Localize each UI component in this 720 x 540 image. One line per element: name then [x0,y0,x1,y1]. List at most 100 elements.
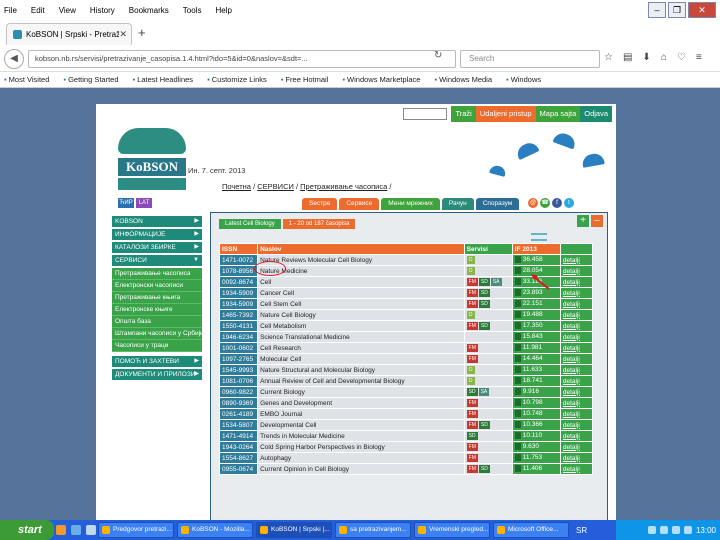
service-badge[interactable]: O [466,366,475,374]
table-row[interactable]: 0261-4189 EMBO Journal FM 10.748 detalji [218,408,594,420]
service-badge[interactable]: FM [466,344,478,352]
service-tab[interactable]: Мени мрежних [381,198,440,210]
home-icon[interactable]: ⌂ [661,52,667,63]
sitemap-link[interactable]: Mapa sajta [535,106,581,122]
detail-link[interactable]: detalji [559,375,594,387]
title-link[interactable]: Molecular Cell [257,353,465,365]
bookmark-item[interactable]: Windows Media [434,75,492,84]
breadcrumb-current[interactable]: Претраживање часописа [300,182,387,191]
detail-link[interactable]: detalji [559,265,594,277]
service-badge[interactable]: SD [478,278,490,286]
title-link[interactable]: Cell Metabolism [257,320,465,332]
service-badge[interactable]: SD [478,289,490,297]
detail-link[interactable]: detalji [559,441,594,453]
tray-icon[interactable] [671,526,680,534]
title-link[interactable]: Cold Spring Harbor Perspectives in Biolo… [257,441,465,453]
service-badge[interactable]: SD [478,300,490,308]
menu-icon[interactable]: ≡ [696,52,702,63]
bookmark-item[interactable]: Getting Started [63,75,118,84]
taskbar-button[interactable]: sa pretrazivanjem... [335,522,411,538]
taskbar-button[interactable]: KoBSON - Mozilla... [177,522,253,538]
facebook-icon[interactable]: f [552,198,562,208]
service-badge[interactable]: O [466,267,475,275]
sidebar-item[interactable]: КАТАЛОЗИ ЗБИРКЕ ▶ [112,242,202,253]
service-badge[interactable]: SD [478,322,490,330]
filter-icon[interactable] [531,233,547,241]
search-button[interactable]: Traži [451,106,476,122]
title-link[interactable]: Current Opinion in Cell Biology [257,463,465,475]
search-input[interactable]: Search [460,50,600,68]
start-button[interactable]: start [0,520,54,540]
language-indicator[interactable]: SR [576,526,587,535]
service-badge[interactable]: SA [478,388,490,396]
title-link[interactable]: Annual Review of Cell and Developmental … [257,375,465,387]
menu-item-view[interactable]: View [59,6,76,15]
service-tab[interactable]: Сервисе [339,198,380,210]
remote-access-link[interactable]: Udaljeni pristup [475,106,536,122]
browser-tab[interactable]: KoBSON | Srpski - Pretraživanje ✕ [6,23,132,45]
service-badge[interactable]: SD [466,432,478,440]
service-badge[interactable]: SD [466,388,478,396]
lang-cyr-button[interactable]: ЋИР [118,198,134,208]
taskbar-button[interactable]: Vremenski pregled... [414,522,490,538]
title-link[interactable]: Cell Research [257,342,465,354]
detail-link[interactable]: detalji [559,364,594,376]
list-tab-category[interactable]: Latest Cell Biology [219,219,281,229]
taskbar-button[interactable]: Microsoft Office... [493,522,569,538]
taskbar-button[interactable]: Predgovor pretrazi... [98,522,174,538]
title-link[interactable]: Developmental Cell [257,419,465,431]
detail-link[interactable]: detalji [559,408,594,420]
detail-link[interactable]: detalji [559,342,594,354]
logout-link[interactable]: Odjava [580,106,612,122]
title-link[interactable]: Cell Stem Cell [257,298,465,310]
detail-link[interactable]: detalji [559,463,594,475]
detail-link[interactable]: detalji [559,452,594,464]
title-link[interactable]: Nature Reviews Molecular Cell Biology [257,254,465,266]
sidebar-item[interactable]: ПОМОЋ И ЗАХТЕВИ ▶ [112,356,202,367]
menu-item-history[interactable]: History [90,6,115,15]
sidebar-subitem[interactable]: Претраживање часописа [112,268,202,280]
menu-item-bookmarks[interactable]: Bookmarks [129,6,169,15]
breadcrumb-services[interactable]: СЕРВИСИ [257,182,294,191]
table-row[interactable]: 1934-5909 Cell Stem Cell FM SD 22.151 detalji [218,298,594,310]
sidebar-subitem[interactable]: Електронске књиге [112,304,202,316]
service-badge[interactable]: FM [466,421,478,429]
tray-icon[interactable] [659,526,668,534]
table-row[interactable]: 1943-0264 Cold Spring Harbor Perspectives… [218,441,594,453]
download-icon[interactable]: ⬇ [642,52,650,63]
reload-icon[interactable]: ↻ [434,50,442,61]
detail-link[interactable]: detalji [559,298,594,310]
close-tab-icon[interactable]: ✕ [119,29,127,40]
service-badge[interactable]: O [466,256,475,264]
table-row[interactable]: 0960-9822 Current Biology SD SA 9.916 detalji [218,386,594,398]
breadcrumb-home[interactable]: Почетна [222,182,251,191]
service-badge[interactable]: O [466,311,475,319]
bookmark-item[interactable]: Windows Marketplace [342,75,420,84]
bookmark-item[interactable]: Free Hotmail [281,75,328,84]
title-link[interactable]: Science Translational Medicine [257,331,465,343]
service-badge[interactable]: FM [466,410,478,418]
table-row[interactable]: 0955-0674 Current Opinion in Cell Biology… [218,463,594,475]
menu-item-file[interactable]: File [4,6,17,15]
menu-item-edit[interactable]: Edit [31,6,45,15]
title-link[interactable]: Cell [257,276,465,288]
detail-link[interactable]: detalji [559,430,594,442]
table-row[interactable]: 1465-7392 Nature Cell Biology O 19.488 detal… [218,309,594,321]
service-badge[interactable]: FM [466,399,478,407]
detail-link[interactable]: detalji [559,320,594,332]
sidebar-item[interactable]: ИНФОРМАЦИЈЕ ▶ [112,229,202,240]
table-row[interactable]: 1545-9993 Nature Structural and Molecular… [218,364,594,376]
table-row[interactable]: 1097-2765 Molecular Cell FM 14.464 detalji [218,353,594,365]
service-badge[interactable]: O [466,377,475,385]
pocket-icon[interactable]: ♡ [677,52,686,63]
sidebar-subitem[interactable]: Претраживање књига [112,292,202,304]
collapse-button[interactable]: – [591,215,603,227]
table-row[interactable]: 0890-9369 Genes and Development FM 10.798 de… [218,397,594,409]
title-link[interactable]: Trends in Molecular Medicine [257,430,465,442]
sidebar-item[interactable]: СЕРВИСИ ▼ [112,255,202,266]
sidebar-item[interactable]: ДОКУМЕНТИ И ПРИЛОЗИ ▶ [112,369,202,380]
sidebar-subitem[interactable]: Часописи у траци [112,340,202,352]
detail-link[interactable]: detalji [559,386,594,398]
minimize-button[interactable]: – [648,2,666,18]
detail-link[interactable]: detalji [559,287,594,299]
